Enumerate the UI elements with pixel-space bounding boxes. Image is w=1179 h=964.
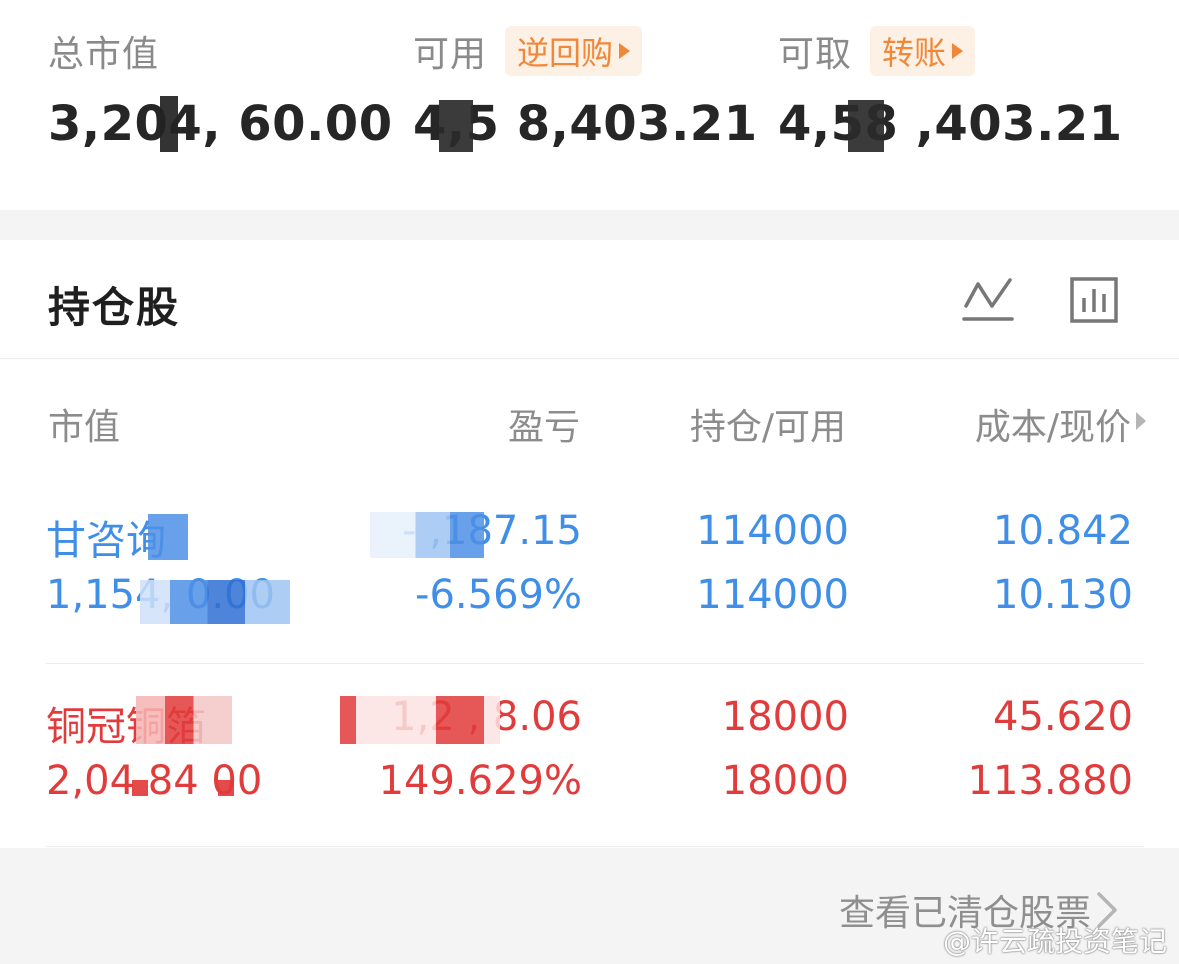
play-arrow-icon — [952, 43, 964, 59]
redaction-mask — [340, 696, 500, 744]
stock-profit-loss-pct: 149.629% — [378, 758, 582, 804]
stock-profit-loss-pct: -6.569% — [415, 572, 582, 618]
redaction-mask — [160, 96, 178, 152]
transfer-button[interactable]: 转账 — [870, 26, 976, 76]
total-market-value-amount: 3,204, 60.00 — [48, 96, 393, 152]
withdrawable-label-row: 可取 转账 — [778, 26, 976, 76]
stock-price: 113.880 — [967, 758, 1133, 804]
redaction-mask — [218, 780, 234, 796]
stock-position: 114000 — [696, 508, 849, 554]
holding-row[interactable]: 甘咨询 1,154, 0.00 - ,187.15 -6.569% 114000… — [0, 508, 1179, 648]
bar-chart-icon[interactable] — [1069, 276, 1119, 324]
withdrawable-label: 可取 — [778, 34, 853, 75]
reverse-repo-label: 逆回购 — [517, 34, 614, 72]
redaction-mask — [370, 512, 484, 558]
stock-available: 114000 — [696, 572, 849, 618]
redaction-mask — [136, 696, 232, 744]
total-market-value-label-row: 总市值 — [48, 26, 159, 76]
column-header-cost-price[interactable]: 成本/现价 — [975, 398, 1131, 450]
divider — [46, 663, 1144, 664]
column-header-profit-loss[interactable]: 盈亏 — [508, 398, 580, 450]
account-summary: 总市值 3,204, 60.00 可用 逆回购 4,5 8,403.21 可取 … — [0, 0, 1179, 210]
redaction-mask — [439, 100, 473, 152]
redaction-mask — [140, 580, 290, 624]
withdrawable-amount: 4,58 ,403.21 — [778, 96, 1123, 152]
stock-position: 18000 — [721, 694, 849, 740]
available-label-row: 可用 逆回购 — [413, 26, 643, 76]
transfer-label: 转账 — [882, 34, 947, 72]
column-header-market-value[interactable]: 市值 — [48, 398, 120, 450]
stock-price: 10.130 — [993, 572, 1133, 618]
total-market-value-label: 总市值 — [48, 34, 160, 75]
stock-available: 18000 — [721, 758, 849, 804]
holdings-title: 持仓股 — [48, 283, 181, 332]
redaction-mask — [132, 780, 148, 796]
line-chart-icon[interactable] — [962, 276, 1014, 324]
expand-right-icon[interactable] — [1136, 412, 1146, 430]
redaction-mask — [148, 514, 188, 560]
available-label: 可用 — [413, 34, 488, 75]
column-header-position[interactable]: 持仓/可用 — [690, 398, 846, 450]
play-arrow-icon — [619, 43, 631, 59]
redaction-mask — [848, 100, 884, 152]
stock-cost: 45.620 — [993, 694, 1133, 740]
watermark: @许云疏投资笔记 — [942, 925, 1167, 958]
holdings-panel: 持仓股 市值 盈亏 持仓/可用 成本/现价 甘咨询 1,154, 0.00 - … — [0, 240, 1179, 848]
stock-cost: 10.842 — [993, 508, 1133, 554]
divider — [0, 358, 1179, 359]
divider — [46, 846, 1144, 847]
holding-row[interactable]: 铜冠铜箔 2,04 84 00 1,2 , 8.06 149.629% 1800… — [0, 694, 1179, 834]
reverse-repo-button[interactable]: 逆回购 — [505, 26, 643, 76]
